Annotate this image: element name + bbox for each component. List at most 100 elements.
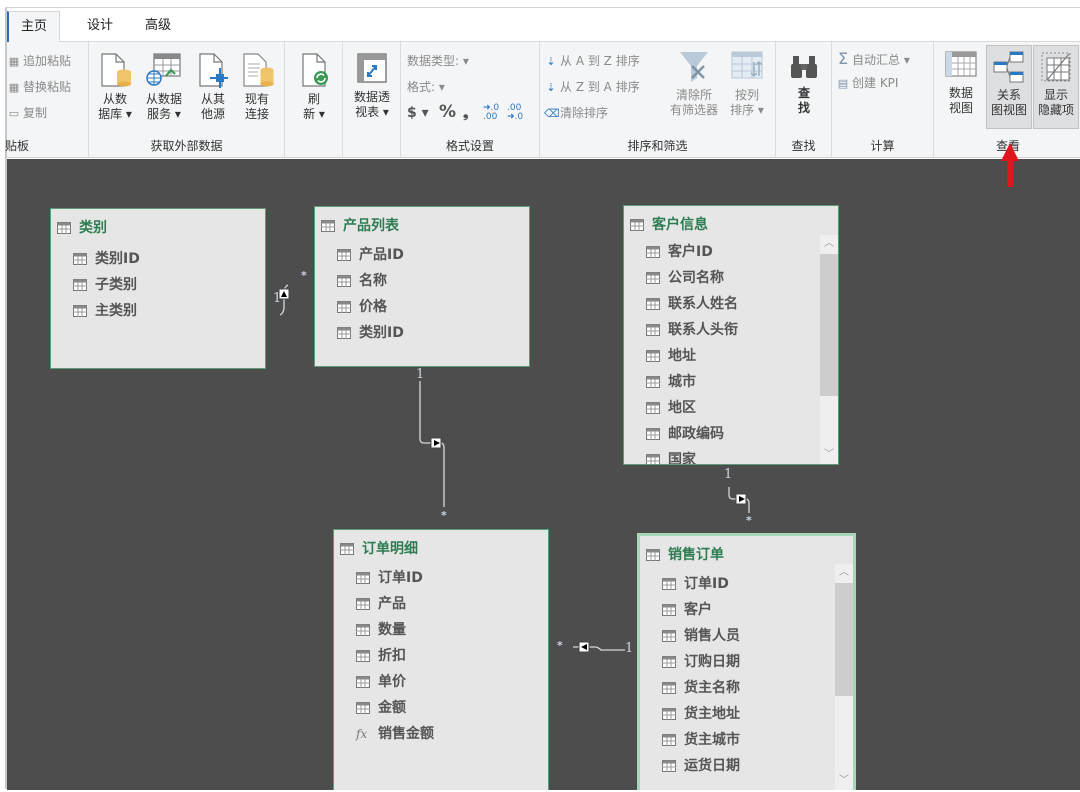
table-icon — [646, 549, 660, 561]
scrollbar-thumb[interactable] — [835, 583, 853, 696]
table-order-details[interactable]: 订单明细 订单ID 产品 数量 折扣 单价 金额 fx 销售金额 — [333, 529, 549, 790]
scrollbar-thumb[interactable] — [820, 254, 838, 396]
clear-sort-icon: ⌫ — [544, 107, 560, 120]
column-item[interactable]: 折扣 — [356, 646, 406, 666]
column-item[interactable]: 货主城市 — [662, 730, 740, 750]
diagram-view-icon — [993, 51, 1024, 83]
copy-button[interactable]: ▭ 复制 — [7, 104, 47, 122]
column-icon — [356, 572, 370, 584]
table-product-list[interactable]: 产品列表 产品ID 名称 价格 类别ID — [314, 206, 530, 367]
scroll-up-icon[interactable]: ︿ — [820, 235, 838, 253]
table-title: 类别 — [57, 217, 107, 237]
table-customer-info[interactable]: 客户信息 客户ID 公司名称 联系人姓名 联系人头衔 地址 城市 地区 邮政编码… — [623, 205, 839, 465]
cardinality-one: 1 — [625, 641, 634, 656]
scroll-down-icon[interactable]: ﹀ — [835, 772, 853, 790]
column-item[interactable]: 货主地址 — [662, 704, 740, 724]
table-title: 销售订单 — [646, 544, 724, 564]
column-icon — [356, 598, 370, 610]
column-item[interactable]: 数量 — [356, 620, 406, 640]
group-sort-filter: ⇣ 从 A 到 Z 排序 ⇣ 从 Z 到 A 排序 ⌫清除排序 清除所 有筛选器 按… — [540, 42, 776, 158]
column-item[interactable]: 主类别 — [73, 301, 137, 321]
percent-format-button[interactable]: % — [439, 103, 456, 121]
column-item[interactable]: 国家 — [646, 450, 696, 464]
from-database-button[interactable]: 从数 据库 ▾ — [95, 52, 135, 122]
group-find: 查 找 查找 — [776, 42, 832, 158]
scroll-up-icon[interactable]: ︿ — [835, 564, 853, 582]
refresh-button[interactable]: 刷 新 ▾ — [294, 52, 334, 122]
column-item[interactable]: 地址 — [646, 346, 696, 366]
group-clipboard: ▦ 追加粘贴 ▦ 替换粘贴 ▭ 复制 贴板 — [5, 42, 89, 158]
cardinality-many: * — [746, 514, 752, 527]
column-icon — [646, 454, 660, 464]
clear-all-filters-button[interactable]: 清除所 有筛选器 — [666, 48, 722, 118]
from-other-sources-button[interactable]: 从其 他源 — [193, 52, 233, 122]
existing-connections-button[interactable]: 现有 连接 — [235, 52, 279, 122]
currency-format-button[interactable]: $ ▾ — [407, 104, 429, 122]
column-item[interactable]: 销售人员 — [662, 626, 740, 646]
column-item[interactable]: 类别ID — [73, 249, 140, 269]
tab-advanced[interactable]: 高级 — [133, 11, 183, 42]
table-scrollbar[interactable]: ︿ ﹀ — [820, 235, 838, 464]
ribbon: ▦ 追加粘贴 ▦ 替换粘贴 ▭ 复制 贴板 从数 据库 ▾ 从数据 服务 ▾ 从… — [5, 42, 1080, 158]
column-item[interactable]: 产品 — [356, 594, 406, 614]
sigma-icon: Σ — [837, 49, 849, 68]
column-item[interactable]: 公司名称 — [646, 268, 724, 288]
from-data-service-button[interactable]: 从数据 服务 ▾ — [139, 52, 189, 122]
column-item[interactable]: 联系人头衔 — [646, 320, 738, 340]
tab-home[interactable]: 主页 — [7, 11, 61, 43]
pivot-table-icon — [357, 53, 387, 83]
column-item[interactable]: 地区 — [646, 398, 696, 418]
column-item[interactable]: 货主名称 — [662, 678, 740, 698]
column-item[interactable]: 联系人姓名 — [646, 294, 738, 314]
column-item[interactable]: 单价 — [356, 672, 406, 692]
paste-append-button[interactable]: ▦ 追加粘贴 — [7, 52, 71, 70]
measure-item[interactable]: fx 销售金额 — [356, 724, 434, 744]
data-view-button[interactable]: 数据 视图 — [940, 50, 982, 116]
autosum-button[interactable]: Σ 自动汇总 ▾ — [836, 50, 910, 68]
table-category[interactable]: 类别 类别ID 子类别 主类别 — [50, 208, 266, 369]
comma-format-button[interactable]: ❟ — [463, 104, 469, 122]
column-item[interactable]: 运货日期 — [662, 756, 740, 776]
increase-decimal-button[interactable]: ➜.0.00 — [483, 104, 499, 122]
cardinality-one: 1 — [416, 367, 425, 382]
table-scrollbar[interactable]: ︿ ﹀ — [835, 564, 853, 790]
decrease-decimal-icon: .00 ➜.0 — [507, 103, 524, 122]
column-icon — [646, 246, 660, 258]
clear-sort-button[interactable]: ⌫清除排序 — [544, 104, 608, 122]
scroll-down-icon[interactable]: ﹀ — [820, 446, 838, 464]
data-type-dropdown[interactable]: 数据类型: ▾ — [407, 52, 469, 70]
column-icon — [356, 676, 370, 688]
diagram-canvas[interactable]: 1 * 1 * 1 * 1 * 类别 类别ID 子类别 主类别 产品列表 产品I… — [7, 159, 1080, 790]
column-icon — [356, 702, 370, 714]
format-dropdown[interactable]: 格式: ▾ — [407, 78, 445, 96]
column-item[interactable]: 订购日期 — [662, 652, 740, 672]
sort-z-to-a-button[interactable]: ⇣ 从 Z 到 A 排序 — [544, 78, 639, 96]
column-item[interactable]: 名称 — [337, 271, 387, 291]
group-label-find: 查找 — [791, 139, 816, 153]
column-item[interactable]: 产品ID — [337, 245, 404, 265]
column-item[interactable]: 客户ID — [646, 242, 713, 262]
table-sales-orders[interactable]: 销售订单 订单ID 客户 销售人员 订购日期 货主名称 货主地址 货主城市 运货… — [637, 533, 856, 790]
column-item[interactable]: 金额 — [356, 698, 406, 718]
diagram-view-button[interactable]: 关系 图视图 — [986, 45, 1032, 129]
sort-a-to-z-button[interactable]: ⇣ 从 A 到 Z 排序 — [544, 52, 639, 70]
pivot-table-button[interactable]: 数据透 视表 ▾ — [345, 52, 399, 120]
database-file-icon — [101, 53, 131, 87]
column-item[interactable]: 子类别 — [73, 275, 137, 295]
column-item[interactable]: 订单ID — [662, 574, 729, 594]
find-button[interactable]: 查 找 — [784, 52, 824, 116]
column-item[interactable]: 价格 — [337, 297, 387, 317]
paste-append-icon: ▦ — [8, 55, 20, 68]
column-item[interactable]: 城市 — [646, 372, 696, 392]
column-item[interactable]: 类别ID — [337, 323, 404, 343]
column-item[interactable]: 客户 — [662, 600, 712, 620]
show-hidden-button[interactable]: 显示 隐藏项 — [1033, 45, 1079, 129]
sort-za-icon: ⇣ — [546, 81, 556, 94]
column-item[interactable]: 邮政编码 — [646, 424, 724, 444]
sort-by-column-button[interactable]: 按列 排序 ▾ — [724, 48, 770, 118]
paste-replace-button[interactable]: ▦ 替换粘贴 — [7, 78, 71, 96]
decrease-decimal-button[interactable]: .00 ➜.0 — [507, 104, 523, 122]
column-item[interactable]: 订单ID — [356, 568, 423, 588]
tab-design[interactable]: 设计 — [75, 11, 125, 42]
create-kpi-button[interactable]: ▤ 创建 KPI — [836, 74, 899, 92]
